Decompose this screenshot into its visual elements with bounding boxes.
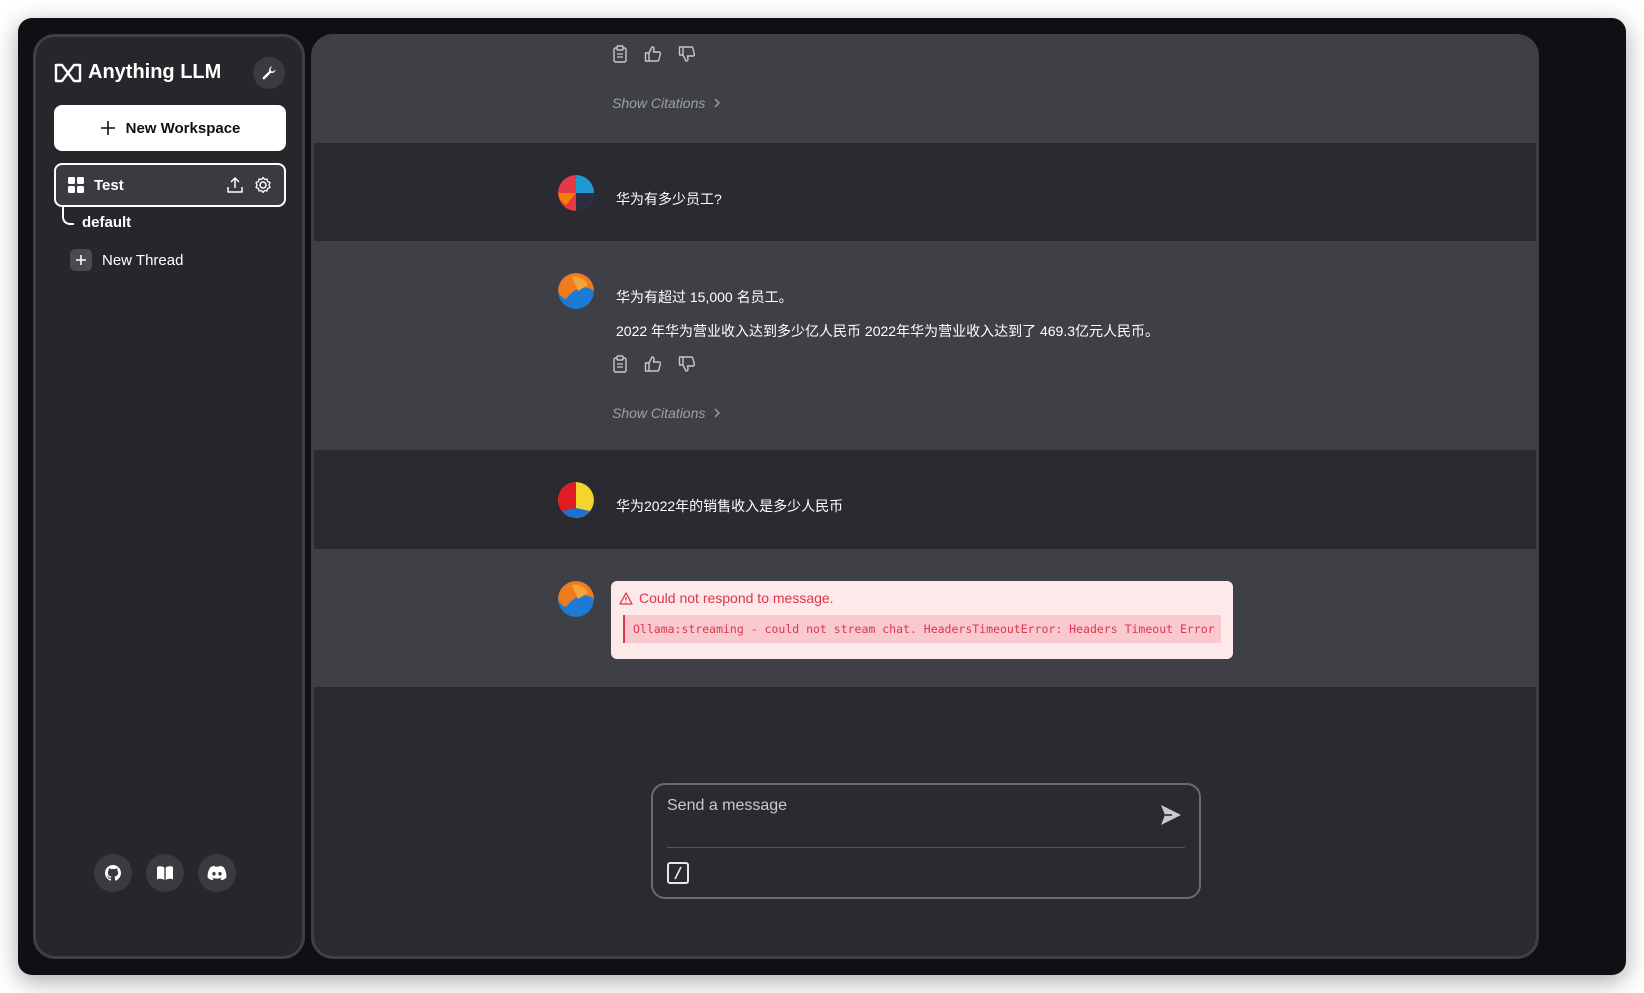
github-icon[interactable] xyxy=(94,854,132,892)
app-logo: Anything LLM xyxy=(54,61,221,84)
citations-label: Show Citations xyxy=(612,95,706,111)
chat-panel: Show Citations 华为有多少员工? 华为有超过 15,000 名员工… xyxy=(311,34,1539,959)
citations-label: Show Citations xyxy=(612,405,706,421)
workspace-item-test[interactable]: Test xyxy=(54,163,286,207)
sidebar-footer xyxy=(94,854,236,892)
warning-icon xyxy=(619,591,633,605)
app-title: Anything LLM xyxy=(88,61,222,83)
user-message: 华为2022年的销售收入是多少人民币 xyxy=(314,450,1536,549)
message-text: 华为有超过 15,000 名员工。 2022 年华为营业收入达到多少亿人民币 2… xyxy=(616,287,1159,341)
thumbs-down-icon[interactable] xyxy=(678,45,696,63)
discord-icon[interactable] xyxy=(198,854,236,892)
slash-command-icon[interactable] xyxy=(667,862,689,884)
thread-item-default[interactable]: default xyxy=(82,214,131,231)
assistant-avatar xyxy=(558,273,594,309)
assistant-message: 华为有超过 15,000 名员工。 2022 年华为营业收入达到多少亿人民币 2… xyxy=(314,241,1536,450)
composer-divider xyxy=(667,847,1185,848)
message-composer xyxy=(651,783,1201,899)
new-workspace-button[interactable]: New Workspace xyxy=(54,105,286,151)
message-line: 2022 年华为营业收入达到多少亿人民币 2022年华为营业收入达到了 469.… xyxy=(616,323,1159,339)
anythingllm-logo-icon xyxy=(54,63,82,82)
message-actions xyxy=(612,355,696,373)
new-thread-label: New Thread xyxy=(102,251,184,269)
plus-icon xyxy=(100,121,115,135)
workspace-grid-icon xyxy=(68,177,84,193)
assistant-message: Could not respond to message. Ollama:str… xyxy=(314,549,1536,687)
wrench-icon xyxy=(262,66,276,80)
docs-book-icon[interactable] xyxy=(146,854,184,892)
error-title: Could not respond to message. xyxy=(619,590,834,606)
message-line: 华为有超过 15,000 名员工。 xyxy=(616,289,793,305)
new-workspace-label: New Workspace xyxy=(125,119,241,137)
message-input[interactable] xyxy=(667,791,1137,821)
new-thread-button[interactable]: New Thread xyxy=(70,249,183,271)
assistant-message: Show Citations xyxy=(314,37,1536,143)
thread-connector xyxy=(62,207,74,225)
chevron-right-icon xyxy=(714,98,721,108)
error-title-text: Could not respond to message. xyxy=(639,590,834,606)
message-text: 华为有多少员工? xyxy=(616,191,722,207)
message-text: 华为2022年的销售收入是多少人民币 xyxy=(616,498,844,514)
show-citations-button[interactable]: Show Citations xyxy=(612,95,721,111)
user-avatar xyxy=(558,482,594,518)
chevron-right-icon xyxy=(714,408,721,418)
show-citations-button[interactable]: Show Citations xyxy=(612,405,721,421)
plus-icon xyxy=(70,249,92,271)
user-avatar xyxy=(558,175,594,211)
gear-icon[interactable] xyxy=(254,176,272,194)
error-alert: Could not respond to message. Ollama:str… xyxy=(611,581,1233,659)
message-actions xyxy=(612,45,696,63)
thumbs-up-icon[interactable] xyxy=(644,45,662,63)
copy-icon[interactable] xyxy=(612,355,628,373)
sidebar: Anything LLM New Workspace Test default xyxy=(33,34,305,959)
error-detail: Ollama:streaming - could not stream chat… xyxy=(623,615,1221,643)
thumbs-down-icon[interactable] xyxy=(678,355,696,373)
upload-icon[interactable] xyxy=(226,176,244,194)
send-icon[interactable] xyxy=(1159,803,1183,832)
workspace-name: Test xyxy=(94,176,124,194)
user-message: 华为有多少员工? xyxy=(314,143,1536,241)
assistant-avatar xyxy=(558,581,594,617)
copy-icon[interactable] xyxy=(612,45,628,63)
thumbs-up-icon[interactable] xyxy=(644,355,662,373)
settings-button[interactable] xyxy=(253,57,285,89)
